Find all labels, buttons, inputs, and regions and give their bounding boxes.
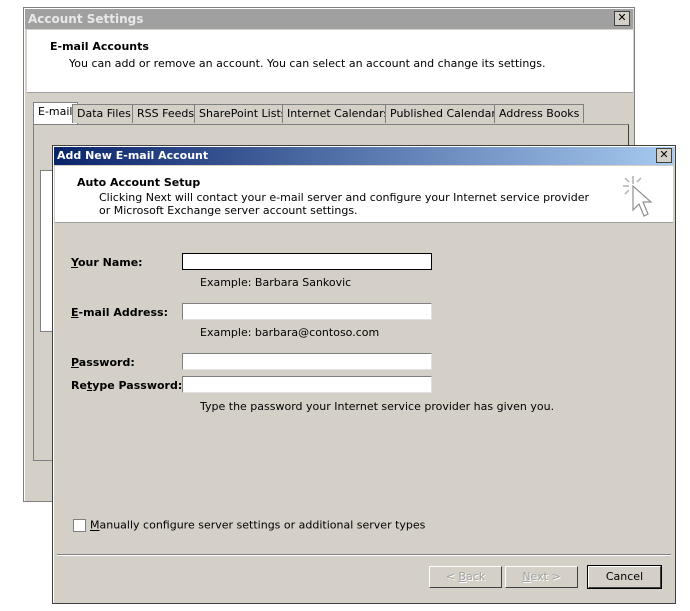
account-settings-header: E-mail Accounts You can add or remove an… bbox=[27, 30, 633, 93]
tab-published-calendars[interactable]: Published Calendars bbox=[385, 104, 507, 123]
header-title: E-mail Accounts bbox=[50, 40, 149, 53]
auto-setup-title: Auto Account Setup bbox=[77, 176, 201, 189]
password-field[interactable] bbox=[182, 353, 432, 370]
your-name-field[interactable] bbox=[182, 253, 432, 270]
tab-address-books[interactable]: Address Books bbox=[494, 104, 585, 123]
tab-rss-feeds[interactable]: RSS Feeds bbox=[132, 104, 200, 123]
password-hint: Type the password your Internet service … bbox=[200, 400, 555, 413]
manual-config-checkbox[interactable] bbox=[73, 518, 86, 532]
retype-password-label: Retype Password: bbox=[71, 379, 183, 392]
add-email-account-dialog: Add New E-mail Account ✕ Auto Account Se… bbox=[52, 145, 676, 604]
email-address-hint: Example: barbara@contoso.com bbox=[200, 326, 380, 339]
back-button[interactable]: < Back bbox=[429, 566, 502, 588]
tab-sharepoint-lists[interactable]: SharePoint Lists bbox=[194, 104, 292, 123]
dialog-header: Auto Account Setup Clicking Next will co… bbox=[55, 166, 673, 223]
auto-setup-description: Clicking Next will contact your e-mail s… bbox=[99, 191, 590, 217]
password-label: Password: bbox=[71, 356, 135, 369]
next-button[interactable]: Next > bbox=[505, 566, 578, 588]
tab-data-files[interactable]: Data Files bbox=[72, 104, 136, 123]
button-separator bbox=[57, 554, 671, 556]
dialog-close-icon[interactable]: ✕ bbox=[656, 148, 672, 163]
retype-password-field[interactable] bbox=[182, 376, 432, 393]
manual-config-option[interactable]: Manually configure server settings or ad… bbox=[73, 518, 425, 532]
header-description: You can add or remove an account. You ca… bbox=[69, 57, 546, 70]
tab-email[interactable]: E-mail bbox=[33, 102, 78, 124]
tab-internet-calendars[interactable]: Internet Calendars bbox=[282, 104, 395, 123]
your-name-hint: Example: Barbara Sankovic bbox=[200, 276, 352, 289]
your-name-label: Your Name: bbox=[71, 256, 143, 269]
account-settings-title: Account Settings bbox=[25, 9, 633, 29]
dialog-title: Add New E-mail Account bbox=[54, 147, 674, 165]
account-settings-close-icon[interactable]: ✕ bbox=[614, 11, 630, 26]
email-address-field[interactable] bbox=[182, 303, 432, 320]
wizard-cursor-icon bbox=[623, 176, 653, 217]
email-address-label: E-mail Address: bbox=[71, 306, 168, 319]
manual-config-label: Manually configure server settings or ad… bbox=[90, 518, 426, 532]
cancel-button[interactable]: Cancel bbox=[587, 565, 662, 589]
